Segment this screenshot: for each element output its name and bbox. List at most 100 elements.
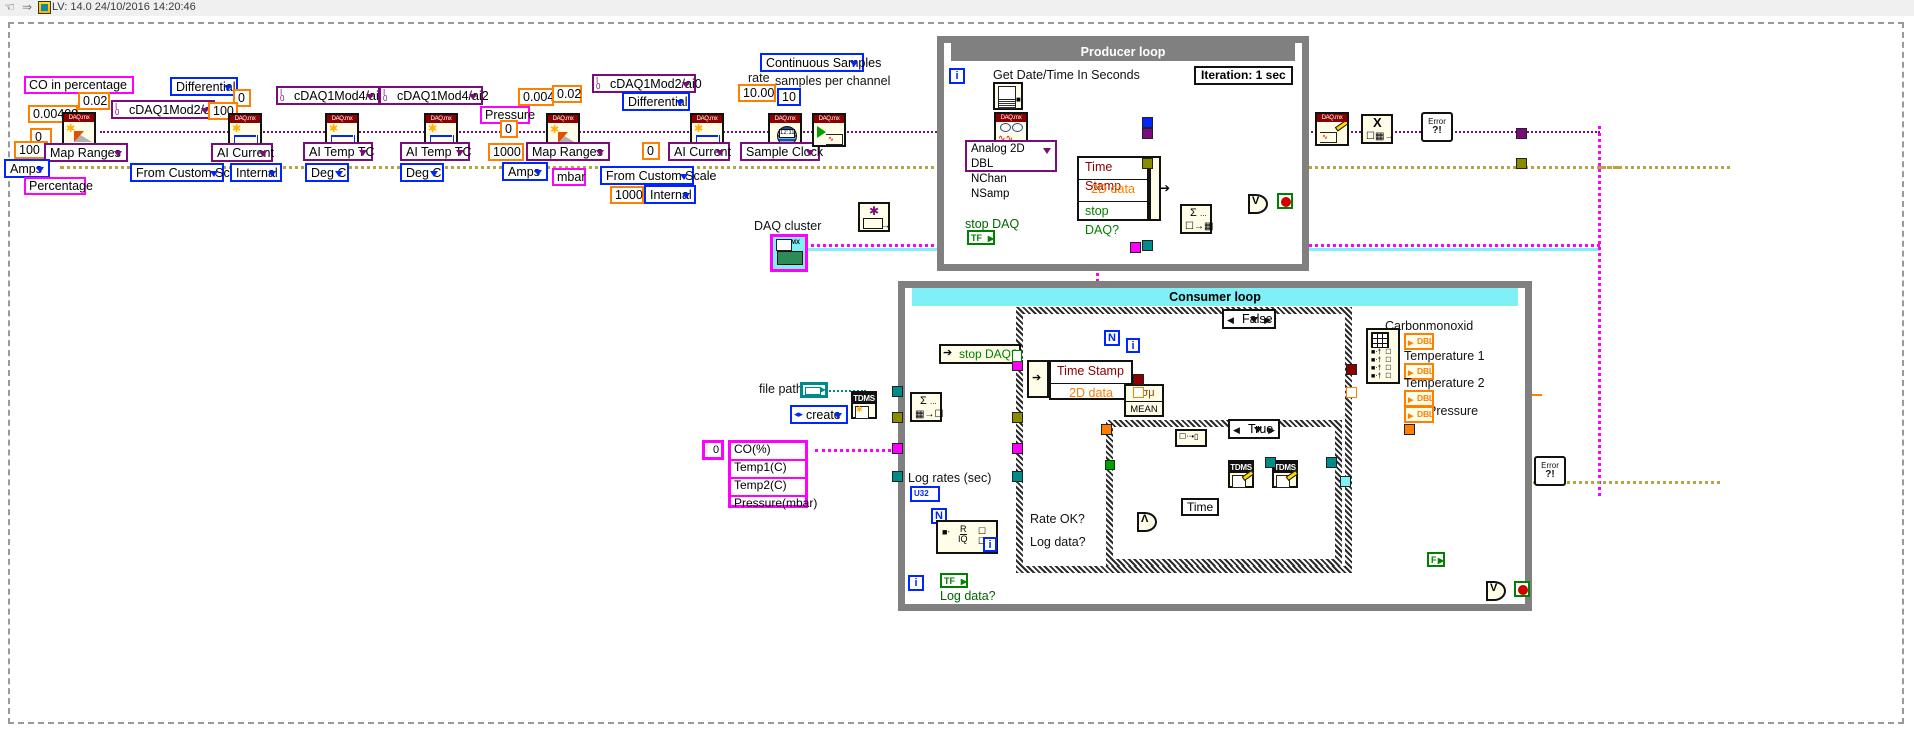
ring-physical-channel-mod2ai1[interactable]: cDAQ1Mod2/ai1 [111, 100, 221, 119]
ring-terminal-internal-2[interactable]: Internal [644, 185, 696, 204]
consumer-count-terminal: N [1104, 330, 1120, 346]
const-scale-units-percentage[interactable]: Percentage [24, 177, 93, 195]
ring-terminal-config-differential-2[interactable]: Differential [622, 92, 690, 111]
const-scale-units-mbar[interactable]: mbar [552, 168, 586, 186]
const-rate-value[interactable]: 10.00 [738, 84, 776, 102]
stop-button-consumer[interactable] [1514, 581, 1530, 597]
ring-terminal-internal-1[interactable]: Internal [230, 163, 282, 182]
ring-physical-channel-mod4ai2[interactable]: cDAQ1Mod4/ai2 [379, 86, 489, 105]
case-selector-false[interactable]: False [1222, 309, 1276, 329]
enqueue-element-vi[interactable]: Σ ... ☐→▦ [1180, 204, 1213, 234]
ring-map-ranges-pressure[interactable]: Map Ranges [526, 142, 610, 161]
indicator-dbl-carbonmonoxid[interactable]: DBL [1404, 333, 1434, 350]
daqmx-start-task-vi[interactable]: DAQ.mx ∿ [812, 113, 846, 147]
ring-physical-channel-mod2ai0[interactable]: cDAQ1Mod2/ai0 [592, 74, 702, 93]
log-rates-control[interactable]: U32 [910, 486, 940, 502]
iteration-timer-label[interactable]: Iteration: 1 sec [1194, 66, 1293, 85]
tunnel-numeric-out [1346, 387, 1357, 398]
mean-symbol: ∧σμ [1126, 386, 1162, 402]
ring-sample-clock[interactable]: Sample Clock [740, 142, 823, 161]
ring-measurement-ai-current-1[interactable]: AI Current [211, 143, 274, 162]
unbundle-stop-daq[interactable]: ➔ stop DAQ? [939, 344, 1021, 364]
channel-name-1[interactable]: Temp1(C) [731, 461, 805, 479]
stop-daq-tf-const[interactable]: TF [967, 230, 995, 245]
const-pressure-min-1000[interactable]: 1000 [610, 186, 644, 204]
consumer-iteration-terminal: i [1126, 338, 1140, 353]
const-co2-min[interactable]: 0 [642, 142, 660, 160]
log-data-tf-const[interactable]: TF [940, 573, 968, 588]
const-pressure-prescale-min[interactable]: 0.004 [518, 88, 554, 106]
producer-cluster-bundle[interactable]: Time Stamp 2D data stop DAQ? [1077, 156, 1149, 237]
indicator-dbl-pressure[interactable]: DBL [1404, 406, 1434, 423]
const-pressure-scaled-max[interactable]: 1000 [488, 143, 524, 161]
daqmx-create-scale-vi[interactable]: DAQ.mx ✱ [62, 112, 96, 146]
tunnel-path-consumer [892, 386, 903, 397]
or-gate[interactable]: V [1248, 194, 1276, 214]
channel-names-array-const[interactable]: CO(%) Temp1(C) Temp2(C) Pressure(mbar) [728, 440, 817, 510]
consumer-case-structure-inner[interactable] [1106, 420, 1342, 566]
ring-scale-from-custom-1[interactable]: From Custom Scale [130, 163, 246, 182]
channel-name-2[interactable]: Temp2(C) [731, 479, 805, 497]
channel-name-3[interactable]: Pressure(mbar) [731, 497, 817, 513]
window-title: LV: 14.0 24/10/2016 14:20:46 [52, 1, 196, 13]
ring-terminal-config-differential-1[interactable]: Differential [170, 77, 238, 96]
and-gate-consumer[interactable]: Λ [1137, 512, 1165, 532]
format-convert-node[interactable]: ☐‧‧•▯ [1175, 429, 1207, 447]
time-label[interactable]: Time [1181, 498, 1220, 516]
error-handler-vi-2[interactable]: Error ?! [1534, 456, 1566, 486]
tunnel-inner-ref [1340, 476, 1351, 487]
case-selector-true[interactable]: True [1228, 419, 1280, 439]
arrow-icon[interactable]: ⇒ [22, 1, 36, 14]
ring-measurement-ai-temp-tc-2[interactable]: AI Temp TC [400, 142, 472, 161]
const-samples-value[interactable]: 10 [777, 88, 801, 106]
mean-vi[interactable]: ∧σμ MEAN [1124, 384, 1164, 417]
labview-icon[interactable] [38, 1, 51, 14]
ring-scale-from-custom-2[interactable]: From Custom Scale [600, 166, 716, 185]
ring-physical-channel-mod4ai0[interactable]: cDAQ1Mod4/ai0 [276, 86, 386, 105]
dequeue-element-vi[interactable]: Σ ... ▦→☐ [910, 392, 943, 422]
log-data-i-terminal: i [908, 575, 924, 591]
read-mode-line1: Analog 2D DBL [971, 143, 1025, 170]
tunnel-samples [1142, 117, 1153, 128]
stop-daq-unbundle-label: stop DAQ? [959, 347, 1018, 361]
ring-units-degc-2[interactable]: Deg C [400, 163, 444, 182]
ring-map-ranges-co[interactable]: Map Ranges [44, 143, 128, 162]
tunnel-error-consumer [892, 412, 903, 423]
file-path-label: file path [759, 382, 803, 396]
get-datetime-label: Get Date/Time In Seconds [993, 68, 1140, 82]
daqmx-create-channel-vi-1[interactable]: DAQ.mx ✱ [228, 113, 262, 147]
file-path-control[interactable]: ▶ [800, 382, 828, 398]
const-pressure-scaled-min[interactable]: 0 [500, 120, 518, 138]
tunnel-names-consumer [892, 443, 903, 454]
unbundle-bar-consumer[interactable]: ➔ [1027, 360, 1049, 398]
array-index-const[interactable]: 0 [702, 440, 724, 460]
ring-units-amps-co[interactable]: Amps [4, 159, 50, 178]
daqmx-clear-task-vi[interactable]: DAQ.mx ∿ [1315, 112, 1349, 146]
ring-sample-mode[interactable]: Continuous Samples [760, 53, 881, 72]
bundle-cluster-vi[interactable]: ✱ → [858, 202, 890, 232]
const-pressure-prescale-max[interactable]: 0.02 [552, 85, 582, 103]
daq-cluster-icon[interactable]: MX [770, 234, 808, 272]
hand-icon[interactable]: ☜ [4, 1, 18, 14]
release-queue-vi[interactable]: X ☐▦→ [1361, 114, 1394, 144]
block-diagram-canvas[interactable]: CO in percentage 0.02 0.00409 0 100 DAQ.… [0, 16, 1914, 732]
wire-queue-right-v [1598, 126, 1601, 496]
error-handler-vi-1[interactable]: Error ?! [1421, 112, 1453, 142]
channel-name-0[interactable]: CO(%) [731, 443, 805, 461]
stop-button-producer[interactable] [1277, 193, 1293, 209]
const-co-scaled-max[interactable]: 100 [14, 141, 48, 159]
tdms-open-vi[interactable]: TDMS ✱ [851, 391, 877, 419]
get-datetime-vi[interactable]: ■ [993, 82, 1023, 110]
const-co-prescale-max[interactable]: 0.02 [78, 92, 110, 110]
tdms-write-vi-1[interactable]: TDMS [1228, 460, 1255, 488]
false-const-consumer[interactable]: F [1427, 552, 1445, 567]
ring-measurement-ai-current-2[interactable]: AI Current [668, 142, 731, 161]
ring-measurement-ai-temp-tc-1[interactable]: AI Temp TC [303, 142, 375, 161]
io-glyph-2: I0 [280, 88, 285, 103]
ring-read-mode[interactable]: Analog 2D DBL NChan NSamp [965, 140, 1057, 200]
ring-units-amps-pressure[interactable]: Amps [502, 162, 548, 181]
index-array-vi[interactable]: ■‧† ☐ ■‧† ☐ ■‧† ☐ ■‧† ☐ [1366, 328, 1400, 384]
or-gate-consumer[interactable]: V [1486, 581, 1514, 601]
ring-units-degc-1[interactable]: Deg C [305, 163, 349, 182]
consumer-cluster-unbundle[interactable]: Time Stamp 2D data [1049, 360, 1133, 400]
